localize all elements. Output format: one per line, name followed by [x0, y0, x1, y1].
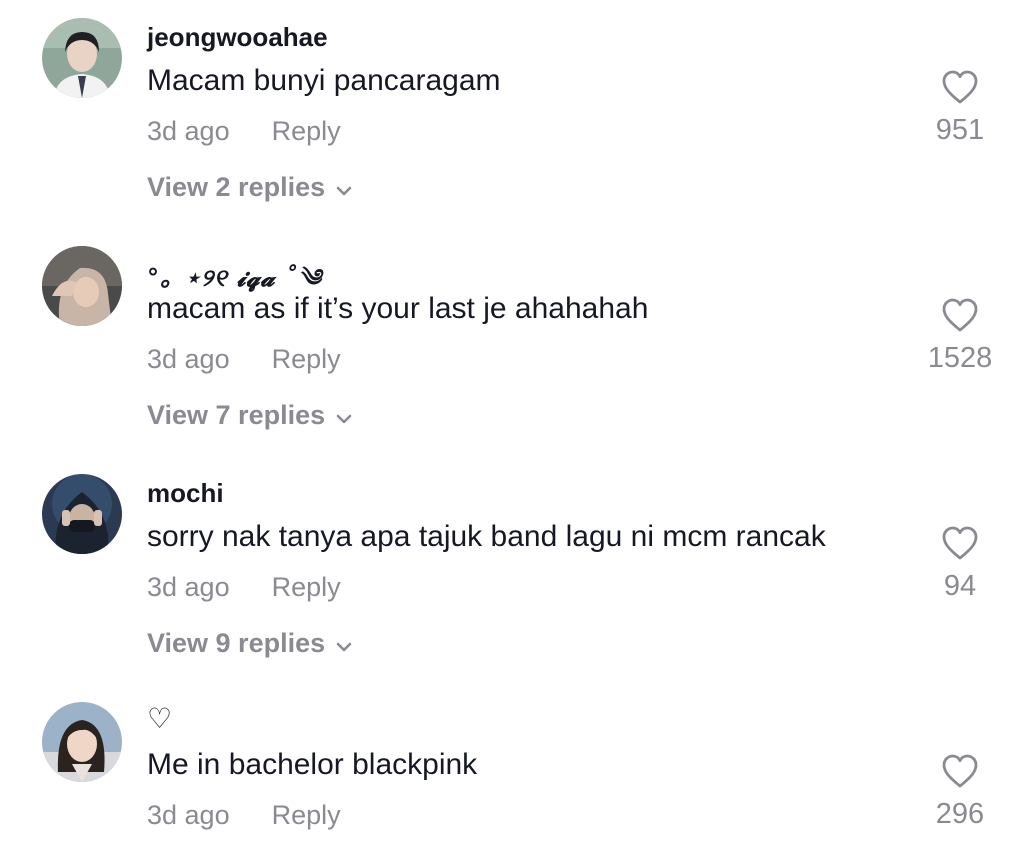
heart-outline-icon[interactable]	[941, 753, 979, 789]
comment-meta: 3d ago Reply	[147, 344, 341, 375]
comment-meta: 3d ago Reply	[147, 800, 341, 831]
reply-button[interactable]: Reply	[272, 800, 341, 830]
comment-text: macam as if it’s your last je ahahahah	[147, 292, 649, 325]
comment-username[interactable]: ♡	[147, 702, 172, 735]
avatar[interactable]	[42, 702, 122, 782]
avatar[interactable]	[42, 18, 122, 98]
chevron-down-icon	[335, 173, 353, 204]
heart-outline-icon[interactable]	[941, 69, 979, 105]
view-replies-label: View 2 replies	[147, 172, 326, 202]
comment-timestamp: 3d ago	[147, 572, 230, 602]
comment-username[interactable]: jeongwooahae	[147, 22, 328, 53]
comment-username[interactable]: mochi	[147, 478, 224, 509]
avatar-image	[42, 474, 122, 554]
like-count: 94	[943, 570, 977, 602]
like-count: 296	[935, 798, 985, 830]
view-replies-button[interactable]: View 9 replies	[147, 628, 353, 660]
view-replies-label: View 7 replies	[147, 400, 326, 430]
view-replies-button[interactable]: View 7 replies	[147, 400, 353, 432]
chevron-down-icon	[335, 629, 353, 660]
comment-timestamp: 3d ago	[147, 344, 230, 374]
comment-timestamp: 3d ago	[147, 116, 230, 146]
like-count: 951	[935, 114, 985, 146]
comment-timestamp: 3d ago	[147, 800, 230, 830]
like-count: 1528	[927, 342, 993, 374]
heart-outline-icon[interactable]	[941, 525, 979, 561]
heart-outline-icon[interactable]	[941, 297, 979, 333]
avatar-image	[42, 18, 122, 98]
avatar-image	[42, 246, 122, 326]
reply-button[interactable]: Reply	[272, 116, 341, 146]
avatar-image	[42, 702, 122, 782]
comment-meta: 3d ago Reply	[147, 116, 341, 147]
reply-button[interactable]: Reply	[272, 572, 341, 602]
comment-meta: 3d ago Reply	[147, 572, 341, 603]
view-replies-label: View 9 replies	[147, 628, 326, 658]
comment-text: Me in bachelor blackpink	[147, 748, 478, 781]
avatar[interactable]	[42, 246, 122, 326]
reply-button[interactable]: Reply	[272, 344, 341, 374]
comment-text: Macam bunyi pancaragam	[147, 64, 501, 97]
view-replies-button[interactable]: View 2 replies	[147, 172, 353, 204]
avatar[interactable]	[42, 474, 122, 554]
comment-text: sorry nak tanya apa tajuk band lagu ni m…	[147, 520, 826, 553]
chevron-down-icon	[335, 401, 353, 432]
